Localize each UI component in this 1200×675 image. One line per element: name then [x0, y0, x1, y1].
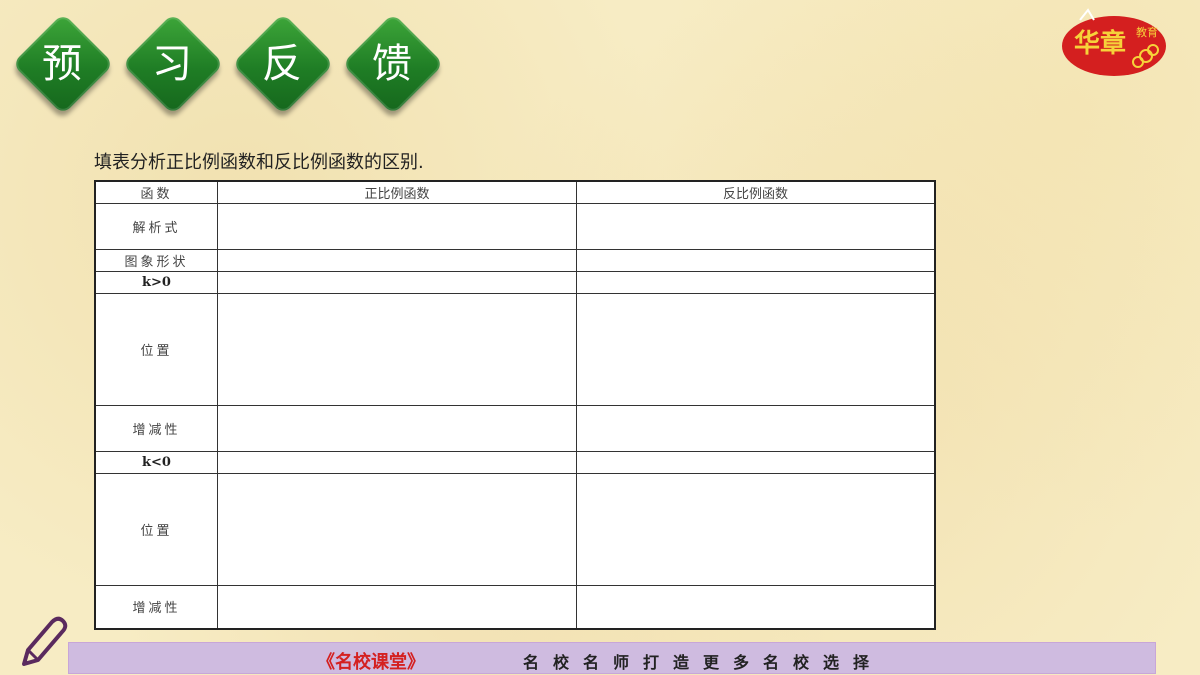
answer-cell[interactable]	[576, 292, 936, 406]
table-row: 位置	[94, 472, 936, 586]
header-cell: 正比例函数	[217, 180, 577, 204]
table-row: k>0	[94, 270, 936, 294]
table-row: 图象形状	[94, 248, 936, 272]
header-cell: 函数	[94, 180, 218, 204]
answer-cell[interactable]	[576, 270, 936, 294]
banner-diamond: 反	[228, 8, 336, 120]
answer-cell[interactable]	[576, 202, 936, 250]
footer-bar: 《名校课堂》 名校名师打造更多名校选择	[68, 642, 1156, 674]
row-label: 增减性	[94, 584, 218, 630]
answer-cell[interactable]	[217, 248, 577, 272]
answer-cell[interactable]	[576, 584, 936, 630]
row-label: 增减性	[94, 404, 218, 452]
table-row: 增减性	[94, 404, 936, 452]
answer-cell[interactable]	[217, 292, 577, 406]
row-label: k>0	[94, 270, 218, 294]
banner-char: 预	[42, 41, 82, 87]
footer-brand: 《名校课堂》	[317, 652, 425, 673]
svg-text:华章: 华章	[1074, 28, 1126, 59]
svg-text:教育: 教育	[1136, 25, 1158, 39]
table-header-row: 函数 正比例函数 反比例函数	[94, 180, 936, 204]
answer-cell[interactable]	[217, 450, 577, 474]
answer-cell[interactable]	[576, 472, 936, 586]
answer-cell[interactable]	[217, 584, 577, 630]
answer-cell[interactable]	[217, 202, 577, 250]
row-label: 图象形状	[94, 248, 218, 272]
brand-logo: 华章 教育	[1058, 6, 1170, 78]
footer-slogan: 名校名师打造更多名校选择	[523, 653, 884, 672]
pencil-icon	[18, 614, 68, 670]
answer-cell[interactable]	[217, 404, 577, 452]
table-row: 位置	[94, 292, 936, 406]
row-label: 位置	[94, 292, 218, 406]
answer-cell[interactable]	[217, 270, 577, 294]
answer-cell[interactable]	[576, 248, 936, 272]
answer-cell[interactable]	[576, 404, 936, 452]
banner-char: 习	[152, 41, 192, 87]
section-banner: 预 习 反 馈	[8, 8, 468, 128]
header-cell: 反比例函数	[576, 180, 936, 204]
banner-char: 馈	[372, 41, 412, 87]
instruction-text: 填表分析正比例函数和反比例函数的区别.	[94, 152, 424, 173]
banner-diamond: 馈	[338, 8, 446, 120]
table-row: k<0	[94, 450, 936, 474]
banner-diamond: 习	[118, 8, 226, 120]
comparison-table: 函数 正比例函数 反比例函数 解析式 图象形状 k>0 位置 增减性 k<0 位…	[94, 180, 936, 630]
banner-char: 反	[262, 41, 302, 87]
row-label: k<0	[94, 450, 218, 474]
banner-diamond: 预	[8, 8, 116, 120]
table-row: 解析式	[94, 202, 936, 250]
row-label: 位置	[94, 472, 218, 586]
table-row: 增减性	[94, 584, 936, 630]
answer-cell[interactable]	[576, 450, 936, 474]
answer-cell[interactable]	[217, 472, 577, 586]
row-label: 解析式	[94, 202, 218, 250]
